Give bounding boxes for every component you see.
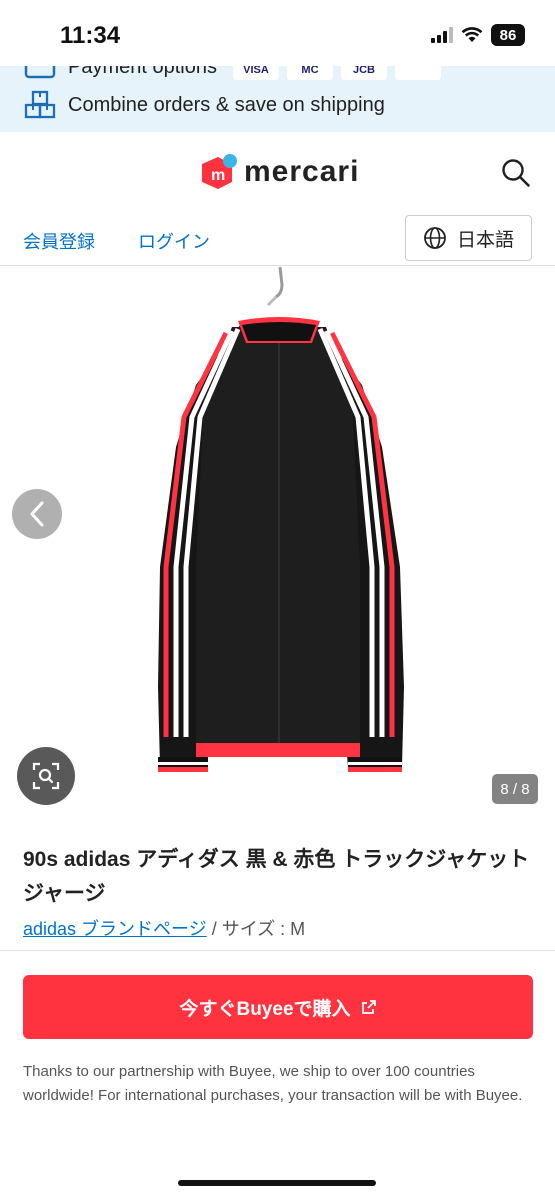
signal-icon [431,27,453,43]
account-nav: 会員登録 ログイン 日本語 [0,215,555,266]
size-text: / サイズ : M [206,919,306,939]
divider [0,950,555,951]
payment-options-row: Payment options VISA MC JCB [24,66,441,80]
language-label: 日本語 [456,229,514,251]
payment-logos: VISA MC JCB [232,66,441,80]
status-bar: 11:34 86 [0,0,555,66]
register-link[interactable]: 会員登録 [23,228,95,254]
logo-text: mercari [244,155,360,188]
status-time: 11:34 [60,22,121,49]
chevron-left-icon [30,501,44,527]
image-counter: 8 / 8 [492,774,538,804]
buy-now-button[interactable]: 今すぐBuyeeで購入 [23,975,533,1039]
external-link-icon [361,1000,376,1014]
brand-page-link[interactable]: adidas ブランドページ [23,919,207,939]
mastercard-logo: MC [286,66,333,80]
language-button[interactable]: 日本語 [405,215,532,261]
product-meta: adidas ブランドページ / サイズ : M [23,915,305,941]
product-photo [158,267,404,772]
product-title: 90s adidas アディダス 黒 & 赤色 トラックジャケット ジャージ [23,848,530,905]
zoom-image-button[interactable] [17,747,75,805]
card-icon [24,66,56,79]
jcb-logo: JCB [340,66,387,80]
svg-text:m: m [211,167,225,184]
search-icon [502,159,530,187]
combine-orders-row: Combine orders & save on shipping [24,90,385,120]
battery-indicator: 86 [491,24,525,46]
search-button[interactable] [501,158,531,188]
site-header: m mercari [0,132,555,216]
mercari-logo[interactable]: m mercari [198,152,359,192]
payment-logo [394,66,441,80]
buy-now-label: 今すぐBuyeeで購入 [179,998,351,1020]
zoom-search-icon [32,762,60,790]
previous-image-button[interactable] [12,489,62,539]
product-image-gallery[interactable]: 8 / 8 [0,267,555,807]
wifi-icon [461,27,483,42]
visa-logo: VISA [232,66,279,80]
status-icons: 86 [431,24,525,46]
boxes-icon [24,90,56,119]
combine-orders-label: Combine orders & save on shipping [68,93,385,116]
globe-icon [424,227,446,249]
login-link[interactable]: ログイン [138,228,210,254]
buyee-note: Thanks to our partnership with Buyee, we… [23,1063,523,1104]
home-indicator [178,1180,376,1186]
info-banner: Payment options VISA MC JCB Combine orde… [0,66,555,132]
mercari-logo-icon: m [202,154,237,189]
payment-options-label: Payment options [68,66,217,78]
